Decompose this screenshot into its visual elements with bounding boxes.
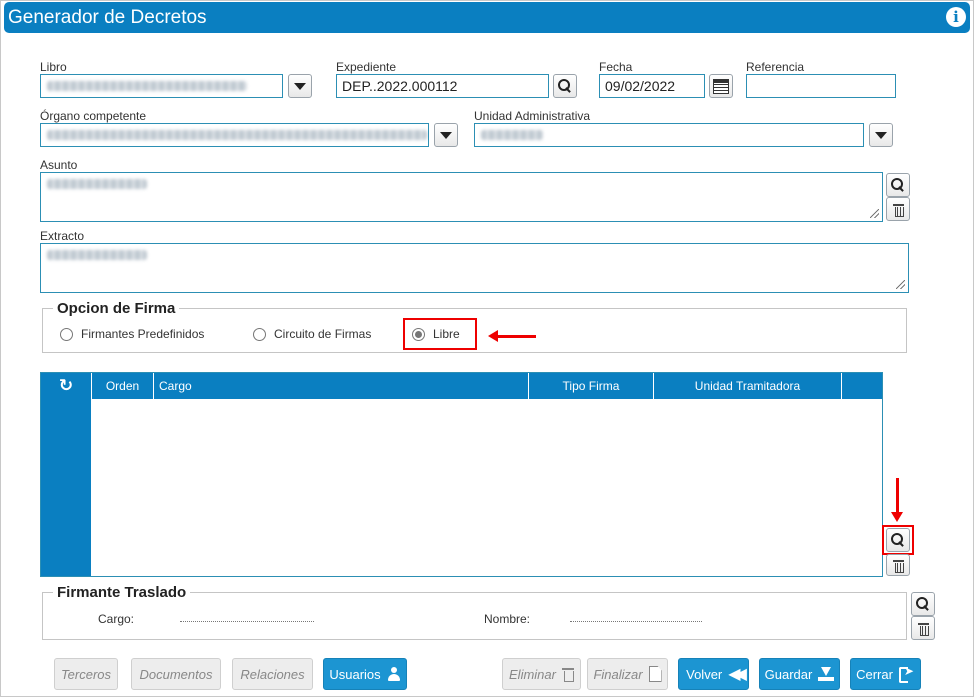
traslado-cargo-value [180,621,314,622]
column-header-extra [841,373,882,399]
chevron-down-icon [294,82,306,90]
usuarios-label: Usuarios [329,666,381,682]
guardar-label: Guardar [764,666,813,682]
fecha-label: Fecha [599,60,633,74]
chevron-down-icon [875,131,887,139]
asunto-textarea[interactable] [40,172,883,222]
traslado-nombre-label: Nombre: [484,612,531,626]
referencia-field[interactable] [746,74,896,98]
guardar-button[interactable]: Guardar [759,658,840,690]
extracto-label: Extracto [40,229,85,243]
referencia-label: Referencia [746,60,805,74]
column-header-cargo[interactable]: Cargo [153,373,528,399]
grid-search-button[interactable] [886,528,910,552]
search-icon [916,597,930,611]
documentos-button[interactable]: Documentos [131,658,221,690]
radio-label: Firmantes Predefinidos [81,327,205,341]
terceros-label: Terceros [60,666,112,682]
volver-label: Volver [686,666,723,682]
organo-dropdown-button[interactable] [434,123,458,147]
resize-handle-icon[interactable] [896,280,905,289]
relaciones-button[interactable]: Relaciones [232,658,313,690]
organo-select[interactable] [40,123,429,147]
finalizar-label: Finalizar [593,666,643,682]
traslado-fieldset: Firmante Traslado [42,584,907,640]
traslado-search-button[interactable] [911,592,935,616]
eliminar-label: Eliminar [509,666,556,682]
unidad-select[interactable] [474,123,864,147]
finalizar-button[interactable]: Finalizar [587,658,668,690]
grid-row-selector-column [41,399,91,576]
organo-label: Órgano competente [40,109,147,123]
column-header-tipo-firma[interactable]: Tipo Firma [528,373,653,399]
libro-select[interactable] [40,74,283,98]
chevron-down-icon [440,131,452,139]
grid-delete-button[interactable] [886,554,910,576]
trash-icon [561,667,574,682]
column-header-unidad-tramitadora[interactable]: Unidad Tramitadora [653,373,841,399]
grid-header: ↻ Orden Cargo Tipo Firma Unidad Tramitad… [41,373,882,399]
unidad-dropdown-button[interactable] [869,123,893,147]
red-arrow-left-icon [488,330,536,342]
window-title: Generador de Decretos [8,7,207,28]
firma-legend: Opcion de Firma [57,300,176,317]
asunto-label: Asunto [40,158,78,172]
sign-out-icon [898,664,915,683]
extracto-textarea[interactable] [40,243,909,293]
unidad-label: Unidad Administrativa [474,109,591,123]
libro-label: Libro [40,60,67,74]
download-icon [818,667,835,681]
usuarios-button[interactable]: Usuarios [323,658,407,690]
eliminar-button[interactable]: Eliminar [502,658,581,690]
volver-button[interactable]: Volver ◀◀ [678,658,749,690]
documentos-label: Documentos [139,666,213,682]
traslado-cargo-label: Cargo: [98,612,135,626]
expediente-field[interactable]: DEP..2022.000112 [336,74,549,98]
document-icon [648,666,662,682]
resize-handle-icon[interactable] [870,209,879,218]
traslado-nombre-value [570,621,702,622]
radio-firmantes-predefinidos[interactable]: Firmantes Predefinidos [60,327,204,341]
radio-circle[interactable] [60,327,73,341]
column-header-orden[interactable]: Orden [91,373,153,399]
terceros-button[interactable]: Terceros [54,658,118,690]
fast-backward-icon: ◀◀ [728,666,746,683]
search-icon [558,79,572,93]
relaciones-label: Relaciones [240,666,305,682]
traslado-delete-button[interactable] [911,616,935,640]
firmantes-grid: ↻ Orden Cargo Tipo Firma Unidad Tramitad… [40,372,883,577]
search-icon [891,533,905,547]
traslado-legend: Firmante Traslado [57,584,187,601]
libro-dropdown-button[interactable] [288,74,312,98]
trash-icon [892,203,904,217]
radio-label: Circuito de Firmas [274,327,372,341]
refresh-icon[interactable]: ↻ [58,377,74,394]
user-icon [387,667,401,681]
asunto-search-button[interactable] [886,173,910,197]
expediente-label: Expediente [336,60,397,74]
cerrar-label: Cerrar [856,666,893,682]
calendar-button[interactable] [709,74,733,98]
trash-icon [892,559,904,573]
asunto-delete-button[interactable] [886,197,910,221]
trash-icon [917,622,929,636]
highlight-box [403,318,477,350]
expediente-search-button[interactable] [553,74,577,98]
radio-circle[interactable] [253,327,266,341]
search-icon [891,178,905,192]
fecha-field[interactable]: 09/02/2022 [599,74,705,98]
red-arrow-down-icon [891,478,903,522]
cerrar-button[interactable]: Cerrar [850,658,921,690]
title-bar: Generador de Decretos i [4,2,970,33]
info-icon[interactable]: i [946,7,966,27]
radio-circuito-firmas[interactable]: Circuito de Firmas [253,327,371,341]
calendar-icon [713,78,729,94]
